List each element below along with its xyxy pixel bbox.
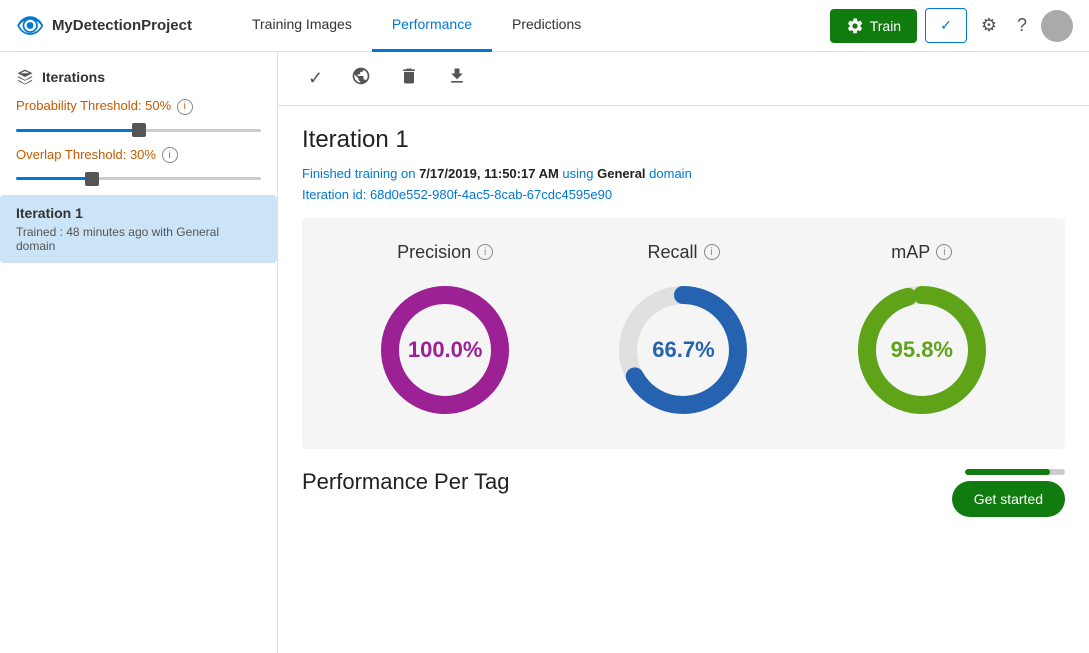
threshold-section: Probability Threshold: 50% i Overlap Thr… [0,98,277,183]
overlap-slider[interactable] [16,177,261,180]
precision-donut-container: 100.0% [370,275,520,425]
get-started-area: Get started [952,469,1065,517]
logo-icon: 👁 [16,13,44,39]
overlap-info-icon[interactable]: i [162,147,178,163]
probability-threshold-label: Probability Threshold: 50% i [16,98,261,115]
progress-bar-fill [965,469,1050,475]
precision-info-icon[interactable]: i [477,244,493,260]
content-area: ✓ Iteration 1 Finished training on 7/17/… [278,52,1089,653]
sidebar: Iterations Probability Threshold: 50% i … [0,52,278,653]
performance-per-tag-section: Performance Per Tag Get started [278,449,1089,525]
map-value: 95.8% [891,337,953,363]
avatar[interactable] [1041,10,1073,42]
probability-slider[interactable] [16,129,261,132]
check-button[interactable]: ✓ [925,8,967,43]
app-title: MyDetectionProject [52,17,192,34]
layers-icon [16,68,34,86]
probability-threshold-value: 50% [145,98,171,113]
progress-bar [965,469,1065,475]
content-toolbar: ✓ [278,52,1089,106]
precision-value: 100.0% [408,337,483,363]
tab-training-images[interactable]: Training Images [232,0,372,52]
train-label: Train [870,18,901,34]
probability-info-icon[interactable]: i [177,99,193,115]
precision-metric: Precision i 100.0% [370,242,520,425]
probability-slider-container [16,119,261,135]
map-metric: mAP i 95.8% [847,242,997,425]
delete-button[interactable] [393,62,425,95]
main-layout: Iterations Probability Threshold: 50% i … [0,52,1089,653]
help-button[interactable]: ? [1011,9,1033,42]
iteration-list-item[interactable]: Iteration 1 Trained : 48 minutes ago wit… [0,195,277,263]
recall-metric: Recall i 66.7% [608,242,758,425]
domain-name: General [597,166,645,181]
iteration-meta-line1: Finished training on 7/17/2019, 11:50:17… [302,164,1065,185]
overlap-threshold-value: 30% [130,147,156,162]
sidebar-title: Iterations [0,68,277,98]
recall-label: Recall i [647,242,719,263]
map-label: mAP i [891,242,952,263]
settings-icon: ⚙ [981,15,997,35]
header: 👁 MyDetectionProject Training Images Per… [0,0,1089,52]
map-info-icon[interactable]: i [936,244,952,260]
map-donut-container: 95.8% [847,275,997,425]
training-date: 7/17/2019, 11:50:17 AM [419,166,559,181]
tab-predictions[interactable]: Predictions [492,0,601,52]
app-logo[interactable]: 👁 MyDetectionProject [16,13,192,39]
gear-icon [846,17,864,35]
help-icon: ? [1017,15,1027,35]
overlap-threshold-label: Overlap Threshold: 30% i [16,147,261,164]
metrics-row: Precision i 100.0% Recall [326,242,1041,425]
tab-performance[interactable]: Performance [372,0,492,52]
iteration-item-description: Trained : 48 minutes ago with General do… [16,225,261,253]
iteration-meta: Finished training on 7/17/2019, 11:50:17… [302,164,1065,206]
train-button[interactable]: Train [830,9,917,43]
iteration-meta-line2: Iteration id: 68d0e552-980f-4ac5-8cab-67… [302,185,1065,206]
iteration-id: 68d0e552-980f-4ac5-8cab-67cdc4595e90 [370,187,612,202]
publish-button[interactable] [345,62,377,95]
performance-per-tag-title: Performance Per Tag [302,469,509,495]
iteration-item-title: Iteration 1 [16,205,261,221]
metrics-section: Precision i 100.0% Recall [302,218,1065,449]
globe-icon [351,66,371,86]
recall-info-icon[interactable]: i [704,244,720,260]
header-actions: Train ✓ ⚙ ? [830,8,1073,43]
precision-label: Precision i [397,242,493,263]
iteration-title: Iteration 1 [302,126,1065,154]
main-nav: Training Images Performance Predictions [232,0,830,52]
delete-icon [399,66,419,86]
recall-value: 66.7% [652,337,714,363]
recall-donut-container: 66.7% [608,275,758,425]
settings-button[interactable]: ⚙ [975,9,1003,42]
check-icon: ✓ [940,17,952,33]
iteration-header: Iteration 1 Finished training on 7/17/20… [278,106,1089,218]
get-started-button[interactable]: Get started [952,481,1065,517]
overlap-slider-container [16,167,261,183]
download-button[interactable] [441,62,473,95]
download-icon [447,66,467,86]
check-toolbar-icon: ✓ [308,68,323,88]
set-default-button[interactable]: ✓ [302,64,329,93]
